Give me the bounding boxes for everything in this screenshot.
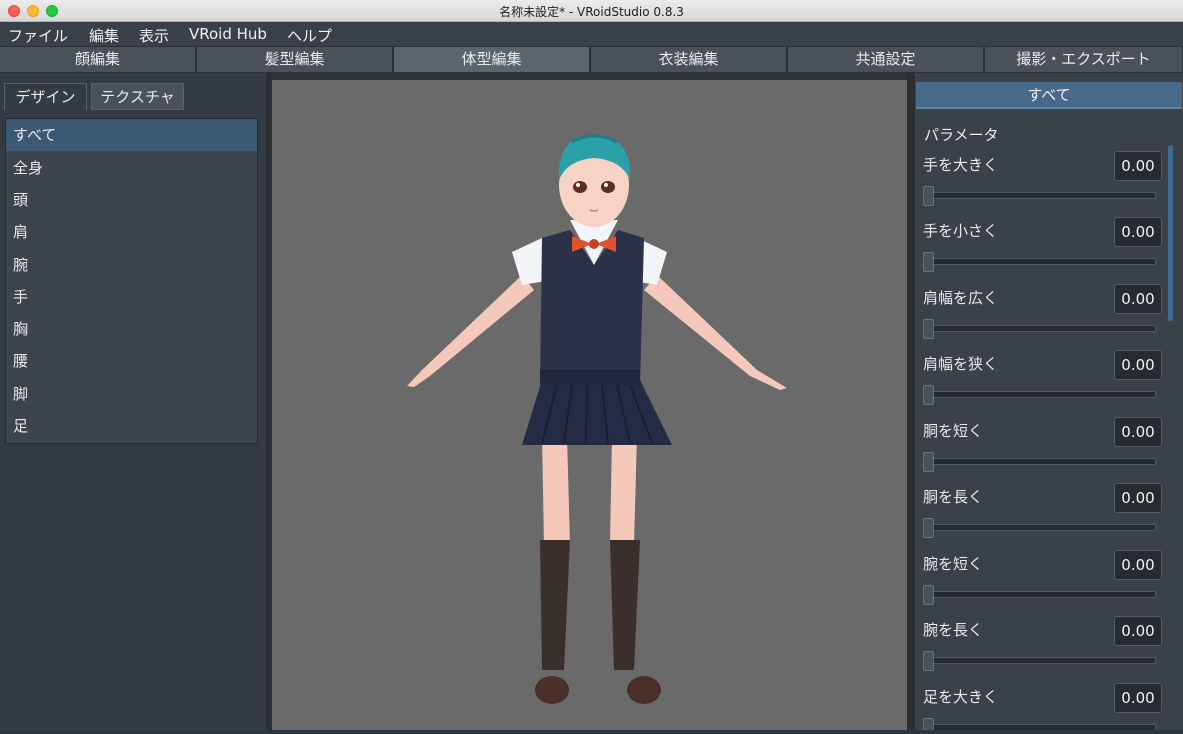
right-splitter[interactable]	[907, 73, 915, 730]
param-slider-track[interactable]	[927, 724, 1156, 730]
param-row: 肩幅を広く 0.00	[915, 284, 1170, 350]
param-value-input[interactable]: 0.00	[1114, 616, 1162, 646]
tab-face[interactable]: 顔編集	[0, 47, 196, 72]
body-part-list: すべて 全身 頭 肩 腕 手 胸 腰 脚 足	[5, 118, 258, 444]
param-row: 胴を短く 0.00	[915, 417, 1170, 483]
list-item-foot[interactable]: 足	[6, 410, 257, 442]
param-value-input[interactable]: 0.00	[1114, 483, 1162, 513]
tab-hair[interactable]: 髪型編集	[197, 47, 393, 72]
param-scrollbar[interactable]	[1168, 145, 1173, 321]
menu-view[interactable]: 表示	[139, 25, 169, 46]
list-item-all[interactable]: すべて	[6, 119, 257, 151]
param-slider-track[interactable]	[927, 524, 1156, 531]
param-label: 胴を長く	[923, 488, 984, 506]
param-slider-handle[interactable]	[923, 518, 934, 538]
window-title: 名称未設定* - VRoidStudio 0.8.3	[499, 5, 684, 19]
menu-vroid-hub[interactable]: VRoid Hub	[189, 25, 267, 43]
param-slider-track[interactable]	[927, 391, 1156, 398]
model-viewport[interactable]	[272, 80, 907, 730]
param-row: 胴を長く 0.00	[915, 483, 1170, 549]
param-label: 手を大きく	[923, 156, 999, 174]
param-slider-handle[interactable]	[923, 252, 934, 272]
list-item-arm[interactable]: 腕	[6, 249, 257, 281]
tab-body[interactable]: 体型編集	[394, 47, 590, 72]
menu-help[interactable]: ヘルプ	[287, 25, 332, 46]
param-label: 腕を長く	[923, 621, 984, 639]
menu-file[interactable]: ファイル	[8, 25, 68, 46]
param-value-input[interactable]: 0.00	[1114, 550, 1162, 580]
menu-bar: ファイル 編集 表示 VRoid Hub ヘルプ	[0, 22, 1183, 46]
list-item-shoulder[interactable]: 肩	[6, 216, 257, 248]
param-value-input[interactable]: 0.00	[1114, 284, 1162, 314]
param-slider-track[interactable]	[927, 192, 1156, 199]
param-label: 肩幅を狭く	[923, 355, 999, 373]
list-item-head[interactable]: 頭	[6, 184, 257, 216]
list-item-leg[interactable]: 脚	[6, 378, 257, 410]
param-row: 手を小さく 0.00	[915, 217, 1170, 283]
param-slider-handle[interactable]	[923, 585, 934, 605]
list-item-hand[interactable]: 手	[6, 281, 257, 313]
param-label: 足を大きく	[923, 688, 999, 706]
param-slider-track[interactable]	[927, 325, 1156, 332]
title-bar: 名称未設定* - VRoidStudio 0.8.3	[0, 0, 1183, 22]
tab-photo-export[interactable]: 撮影・エクスポート	[985, 47, 1183, 72]
param-slider-handle[interactable]	[923, 385, 934, 405]
param-slider-handle[interactable]	[923, 651, 934, 671]
param-row: 手を大きく 0.00	[915, 151, 1170, 217]
tab-outfit[interactable]: 衣装編集	[591, 47, 787, 72]
param-slider-track[interactable]	[927, 657, 1156, 664]
param-slider-handle[interactable]	[923, 452, 934, 472]
param-slider-track[interactable]	[927, 591, 1156, 598]
param-slider-handle[interactable]	[923, 319, 934, 339]
param-slider-handle[interactable]	[923, 186, 934, 206]
tab-design[interactable]: デザイン	[4, 83, 87, 110]
menu-edit[interactable]: 編集	[89, 25, 119, 46]
character-model	[407, 134, 787, 704]
param-value-input[interactable]: 0.00	[1114, 417, 1162, 447]
param-row: 腕を短く 0.00	[915, 550, 1170, 616]
param-row: 肩幅を狭く 0.00	[915, 350, 1170, 416]
tab-texture[interactable]: テクスチャ	[91, 83, 184, 110]
param-slider-handle[interactable]	[923, 718, 934, 730]
list-item-chest[interactable]: 胸	[6, 313, 257, 345]
param-value-input[interactable]: 0.00	[1114, 350, 1162, 380]
param-label: 腕を短く	[923, 555, 984, 573]
param-label: 肩幅を広く	[923, 289, 999, 307]
left-panel: デザイン テクスチャ すべて 全身 頭 肩 腕 手 胸 腰 脚 足	[0, 73, 266, 730]
param-row: 腕を長く 0.00	[915, 616, 1170, 682]
right-panel: すべて パラメータ 手を大きく 0.00 手を小さく 0.00 肩幅を広く 0.…	[915, 73, 1183, 730]
param-slider-track[interactable]	[927, 258, 1156, 265]
param-value-input[interactable]: 0.00	[1114, 683, 1162, 713]
section-title: パラメータ	[924, 126, 999, 144]
list-item-whole-body[interactable]: 全身	[6, 152, 257, 184]
param-value-input[interactable]: 0.00	[1114, 151, 1162, 181]
main-tab-bar: 顔編集 髪型編集 体型編集 衣装編集 共通設定 撮影・エクスポート	[0, 46, 1183, 73]
tab-all[interactable]: すべて	[916, 82, 1182, 109]
tab-common-settings[interactable]: 共通設定	[788, 47, 984, 72]
list-item-waist[interactable]: 腰	[6, 345, 257, 377]
param-label: 手を小さく	[923, 222, 999, 240]
param-slider-track[interactable]	[927, 458, 1156, 465]
param-value-input[interactable]: 0.00	[1114, 217, 1162, 247]
param-label: 胴を短く	[923, 422, 984, 440]
param-row: 足を大きく 0.00	[915, 683, 1170, 730]
